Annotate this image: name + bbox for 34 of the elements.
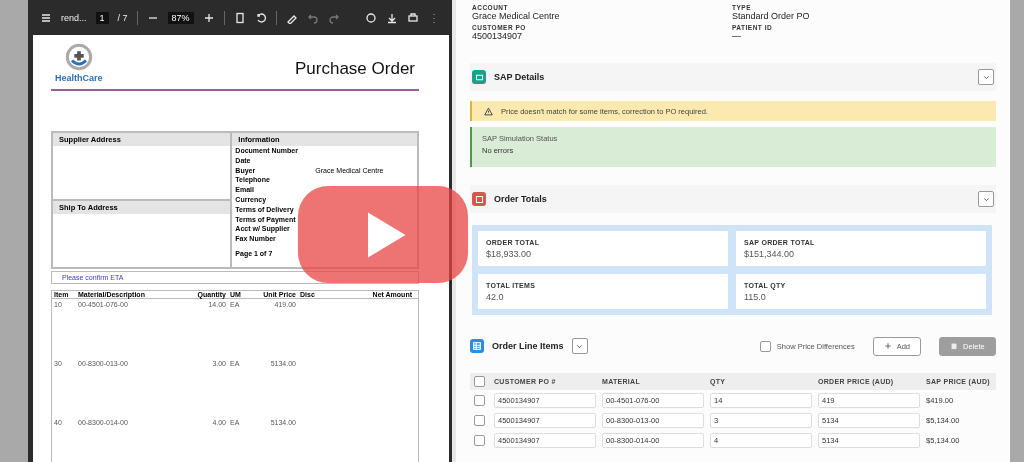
checkbox[interactable] bbox=[759, 340, 771, 352]
logo-text: HealthCare bbox=[55, 73, 103, 83]
row-checkbox[interactable] bbox=[474, 394, 485, 406]
healthcare-logo-icon bbox=[64, 43, 93, 71]
plus-icon[interactable] bbox=[202, 11, 215, 24]
file-name: rend... bbox=[61, 12, 87, 23]
select-all-checkbox[interactable] bbox=[474, 376, 485, 387]
row-checkbox[interactable] bbox=[474, 414, 485, 426]
scrollbar[interactable] bbox=[1010, 0, 1024, 462]
menu-icon[interactable] bbox=[40, 11, 52, 24]
page-number-field[interactable]: 1 bbox=[95, 11, 109, 24]
field-value: — bbox=[732, 31, 742, 41]
rotate-icon[interactable] bbox=[254, 11, 267, 24]
plus-icon bbox=[883, 342, 892, 350]
document-title: Purchase Order bbox=[295, 59, 415, 79]
field-value: 4500134907 bbox=[472, 31, 524, 41]
total-value: 42.0 bbox=[486, 291, 505, 302]
section-title: SAP Details bbox=[494, 72, 546, 82]
total-value: $18,933.00 bbox=[486, 248, 533, 259]
play-button[interactable] bbox=[298, 186, 468, 283]
section-title: Order Line Items bbox=[492, 341, 564, 351]
total-value: 115.0 bbox=[744, 291, 767, 302]
print-icon[interactable] bbox=[407, 11, 419, 24]
field-value: Grace Medical Centre bbox=[472, 11, 561, 21]
zoom-field[interactable]: 87% bbox=[167, 11, 194, 24]
total-value: $151,344.00 bbox=[744, 248, 796, 259]
warning-icon bbox=[484, 106, 493, 116]
page-total: / 7 bbox=[117, 12, 128, 23]
field-value: Standard Order PO bbox=[732, 11, 811, 21]
row-checkbox[interactable] bbox=[474, 434, 485, 446]
download-icon[interactable] bbox=[386, 11, 398, 24]
section-title: Order Totals bbox=[494, 194, 548, 204]
dropdown-button[interactable] bbox=[571, 338, 588, 354]
fit-page-icon[interactable] bbox=[233, 11, 246, 24]
